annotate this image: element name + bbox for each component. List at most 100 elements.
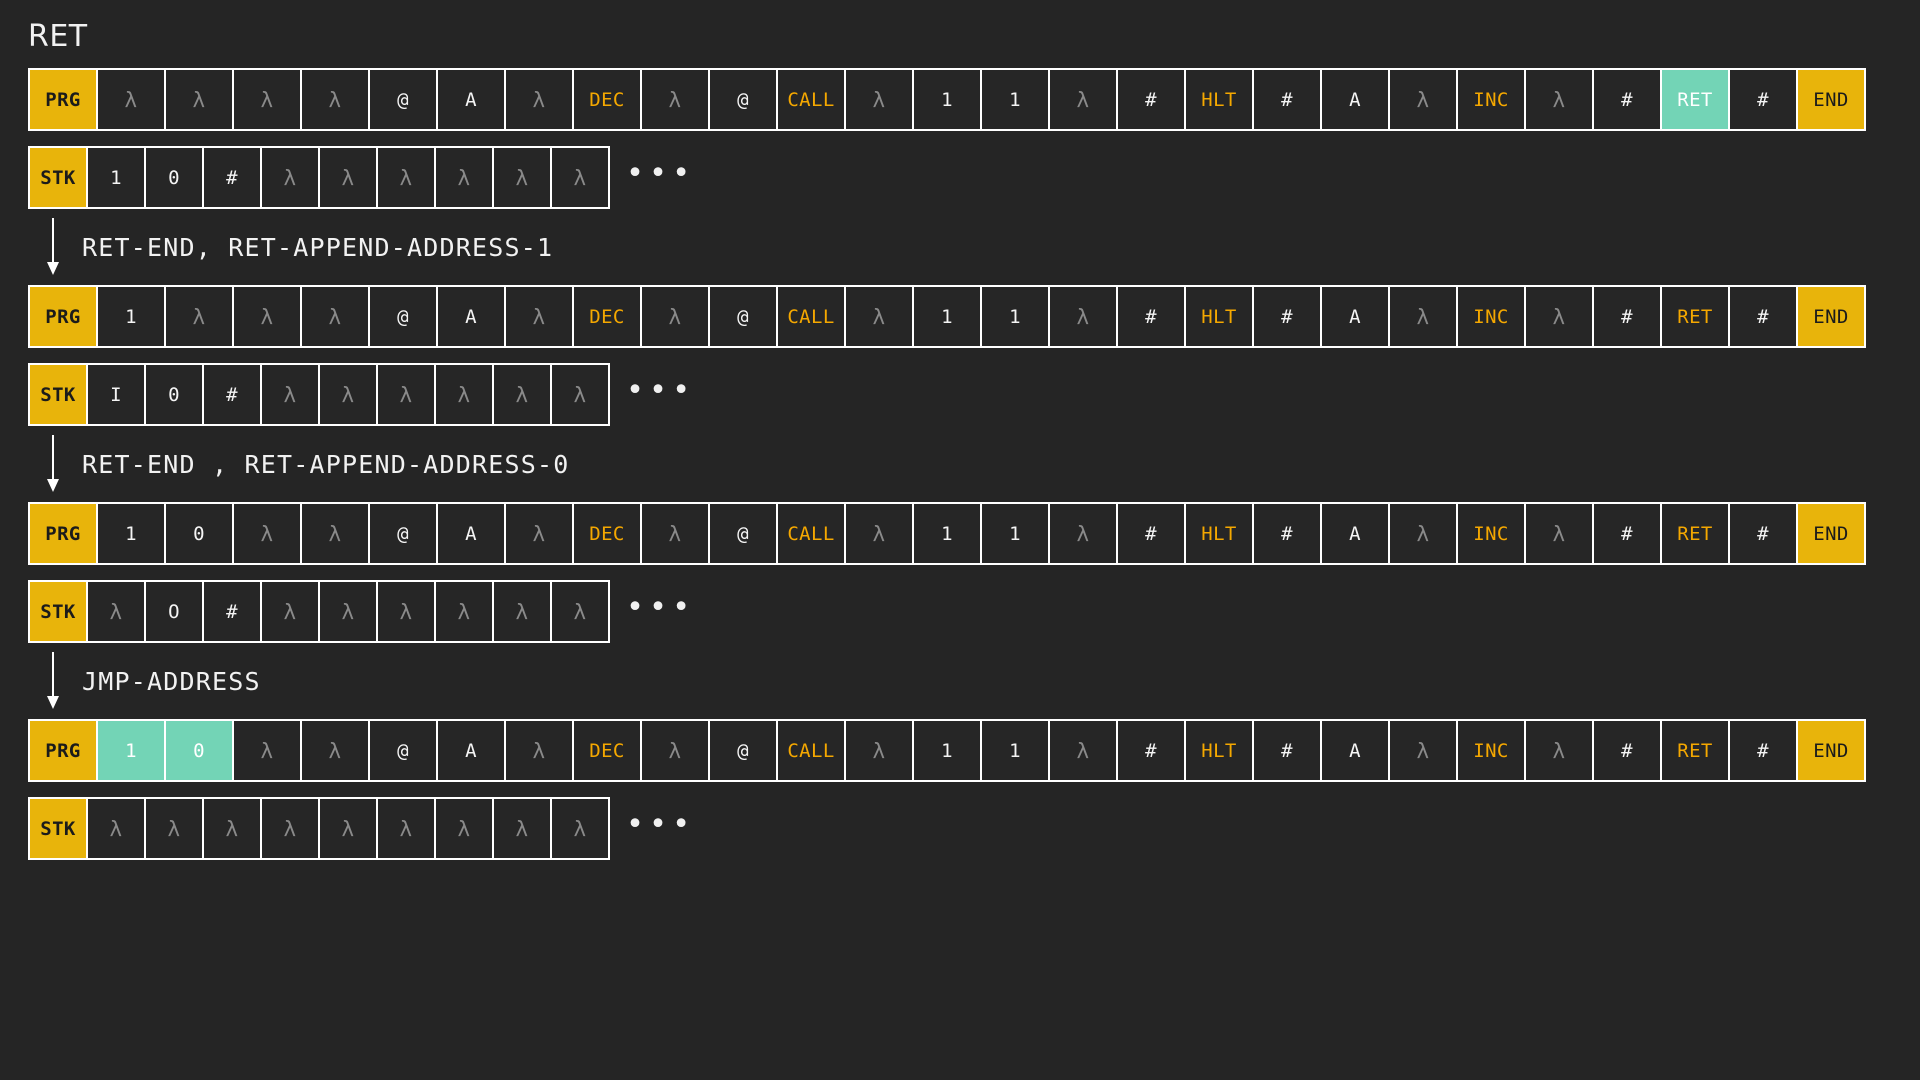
prg-tape-wrap-1: PRG 1 λ λ λ @ Aλ DEC λ @ CALL λ 1 1 λ # HLT # Aλ INC λ # RET # E… (28, 285, 1920, 348)
stk-cell-0: 1 (88, 148, 144, 207)
stk-cell-7: λ (494, 582, 550, 641)
prg-cell-11: λ (846, 504, 912, 563)
tape-continuation-ellipsis: ••• (626, 372, 696, 408)
stk-cell-1: λ (146, 799, 202, 858)
prg-cell-12: 1 (914, 504, 980, 563)
prg-cell-6: λ (506, 70, 572, 129)
prg-cell-3: λ (302, 70, 368, 129)
prg-cell-6: λ (506, 287, 572, 346)
prg-cell-8: λ (642, 287, 708, 346)
row-gap (28, 348, 1920, 363)
arrow-down-icon (46, 435, 60, 493)
transition-label: JMP-ADDRESS (82, 666, 261, 696)
stk-cell-4: λ (320, 582, 376, 641)
prg-cell-17: # (1254, 70, 1320, 129)
prg-cell-0: 1 (98, 287, 164, 346)
stk-cell-0: λ (88, 799, 144, 858)
prg-cell-21: λ (1526, 721, 1592, 780)
prg-cell-15: # (1118, 504, 1184, 563)
stk-cell-3: λ (262, 148, 318, 207)
prg-cell-10: CALL (778, 70, 844, 129)
diagram-canvas: RET PRG λ λ λ λ @ Aλ DEC λ @ CALL λ 1 1 λ # HLT # Aλ INC λ # R… (0, 0, 1920, 1080)
prg-cell-18: A (1322, 70, 1388, 129)
transition-2: JMP-ADDRESS (46, 643, 1920, 719)
transition-label: RET-END , RET-APPEND-ADDRESS-0 (82, 449, 570, 479)
prg-cell-25: END (1798, 70, 1864, 129)
prg-cell-10: CALL (778, 287, 844, 346)
stk-cell-2: λ (204, 799, 260, 858)
arrow-down-icon (46, 652, 60, 710)
stk-cell-7: λ (494, 365, 550, 424)
machine-state-section-2: PRG 1 0 λ λ @ Aλ DEC λ @ CALL λ 1 1 λ # HLT # Aλ INC λ # RET # E… (28, 502, 1920, 643)
prg-cell-12: 1 (914, 721, 980, 780)
prg-cell-8: λ (642, 504, 708, 563)
stk-cell-0: λ (88, 582, 144, 641)
row-gap (28, 565, 1920, 580)
prg-cell-23: RET (1662, 70, 1728, 129)
prg-cell-2: λ (234, 504, 300, 563)
transition-0: RET-END, RET-APPEND-ADDRESS-1 (46, 209, 1920, 285)
stk-row-label: STK (30, 799, 86, 858)
prg-cell-20: INC (1458, 287, 1524, 346)
arrow-down-icon (46, 218, 60, 276)
stk-cell-2: # (204, 582, 260, 641)
prg-cell-1: 0 (166, 504, 232, 563)
stk-cell-1: O (146, 582, 202, 641)
prg-cell-15: # (1118, 70, 1184, 129)
page-title: RET (28, 19, 88, 54)
prg-cell-2: λ (234, 70, 300, 129)
stk-row-label: STK (30, 365, 86, 424)
stk-cell-3: λ (262, 365, 318, 424)
arrow-head (47, 696, 59, 709)
stk-tape-wrap-1: STK I 0 # λ λ λ λ λ λ ••• (28, 363, 1920, 426)
prg-cell-14: λ (1050, 287, 1116, 346)
prg-cell-7: DEC (574, 721, 640, 780)
prg-cell-19: λ (1390, 504, 1456, 563)
prg-cell-16: HLT (1186, 287, 1252, 346)
prg-cell-9: @ (710, 287, 776, 346)
prg-cell-22: # (1594, 504, 1660, 563)
prg-cell-23: RET (1662, 504, 1728, 563)
prg-row-label: PRG (30, 287, 96, 346)
prg-cell-4: @ (370, 70, 436, 129)
prg-row-label: PRG (30, 70, 96, 129)
prg-cell-1: 0 (166, 721, 232, 780)
arrow-shaft (52, 218, 54, 264)
stk-cell-6: λ (436, 148, 492, 207)
sections-host: PRG λ λ λ λ @ Aλ DEC λ @ CALL λ 1 1 λ # HLT # Aλ INC λ # RET # E… (28, 68, 1920, 860)
prg-row-label: PRG (30, 721, 96, 780)
stk-cell-0: I (88, 365, 144, 424)
prg-cell-5: A (438, 721, 504, 780)
prg-cell-25: END (1798, 721, 1864, 780)
prg-cell-1: λ (166, 287, 232, 346)
prg-cell-8: λ (642, 70, 708, 129)
stk-cell-3: λ (262, 582, 318, 641)
stk-cell-4: λ (320, 799, 376, 858)
stk-cell-5: λ (378, 148, 434, 207)
prg-cell-22: # (1594, 70, 1660, 129)
prg-cell-14: λ (1050, 70, 1116, 129)
prg-row-label: PRG (30, 504, 96, 563)
prg-cell-21: λ (1526, 70, 1592, 129)
prg-cell-5: A (438, 504, 504, 563)
prg-cell-17: # (1254, 504, 1320, 563)
prg-cell-11: λ (846, 70, 912, 129)
prg-cell-25: END (1798, 504, 1864, 563)
stk-cell-1: 0 (146, 148, 202, 207)
stk-cell-6: λ (436, 799, 492, 858)
stk-cell-8: λ (552, 799, 608, 858)
tape-continuation-ellipsis: ••• (626, 806, 696, 842)
prg-cell-22: # (1594, 721, 1660, 780)
machine-state-section-3: PRG 1 0 λ λ @ Aλ DEC λ @ CALL λ 1 1 λ # HLT # Aλ INC λ # RET # E… (28, 719, 1920, 860)
prg-cell-3: λ (302, 287, 368, 346)
prg-cell-13: 1 (982, 721, 1048, 780)
prg-cell-0: 1 (98, 504, 164, 563)
prg-cell-14: λ (1050, 504, 1116, 563)
stk-cell-5: λ (378, 365, 434, 424)
stk-cell-8: λ (552, 582, 608, 641)
row-gap (28, 782, 1920, 797)
stk-row-label: STK (30, 148, 86, 207)
prg-cell-8: λ (642, 721, 708, 780)
prg-cell-5: A (438, 70, 504, 129)
stk-tape-wrap-3: STK λ λ λ λ λ λ λ λ λ ••• (28, 797, 1920, 860)
